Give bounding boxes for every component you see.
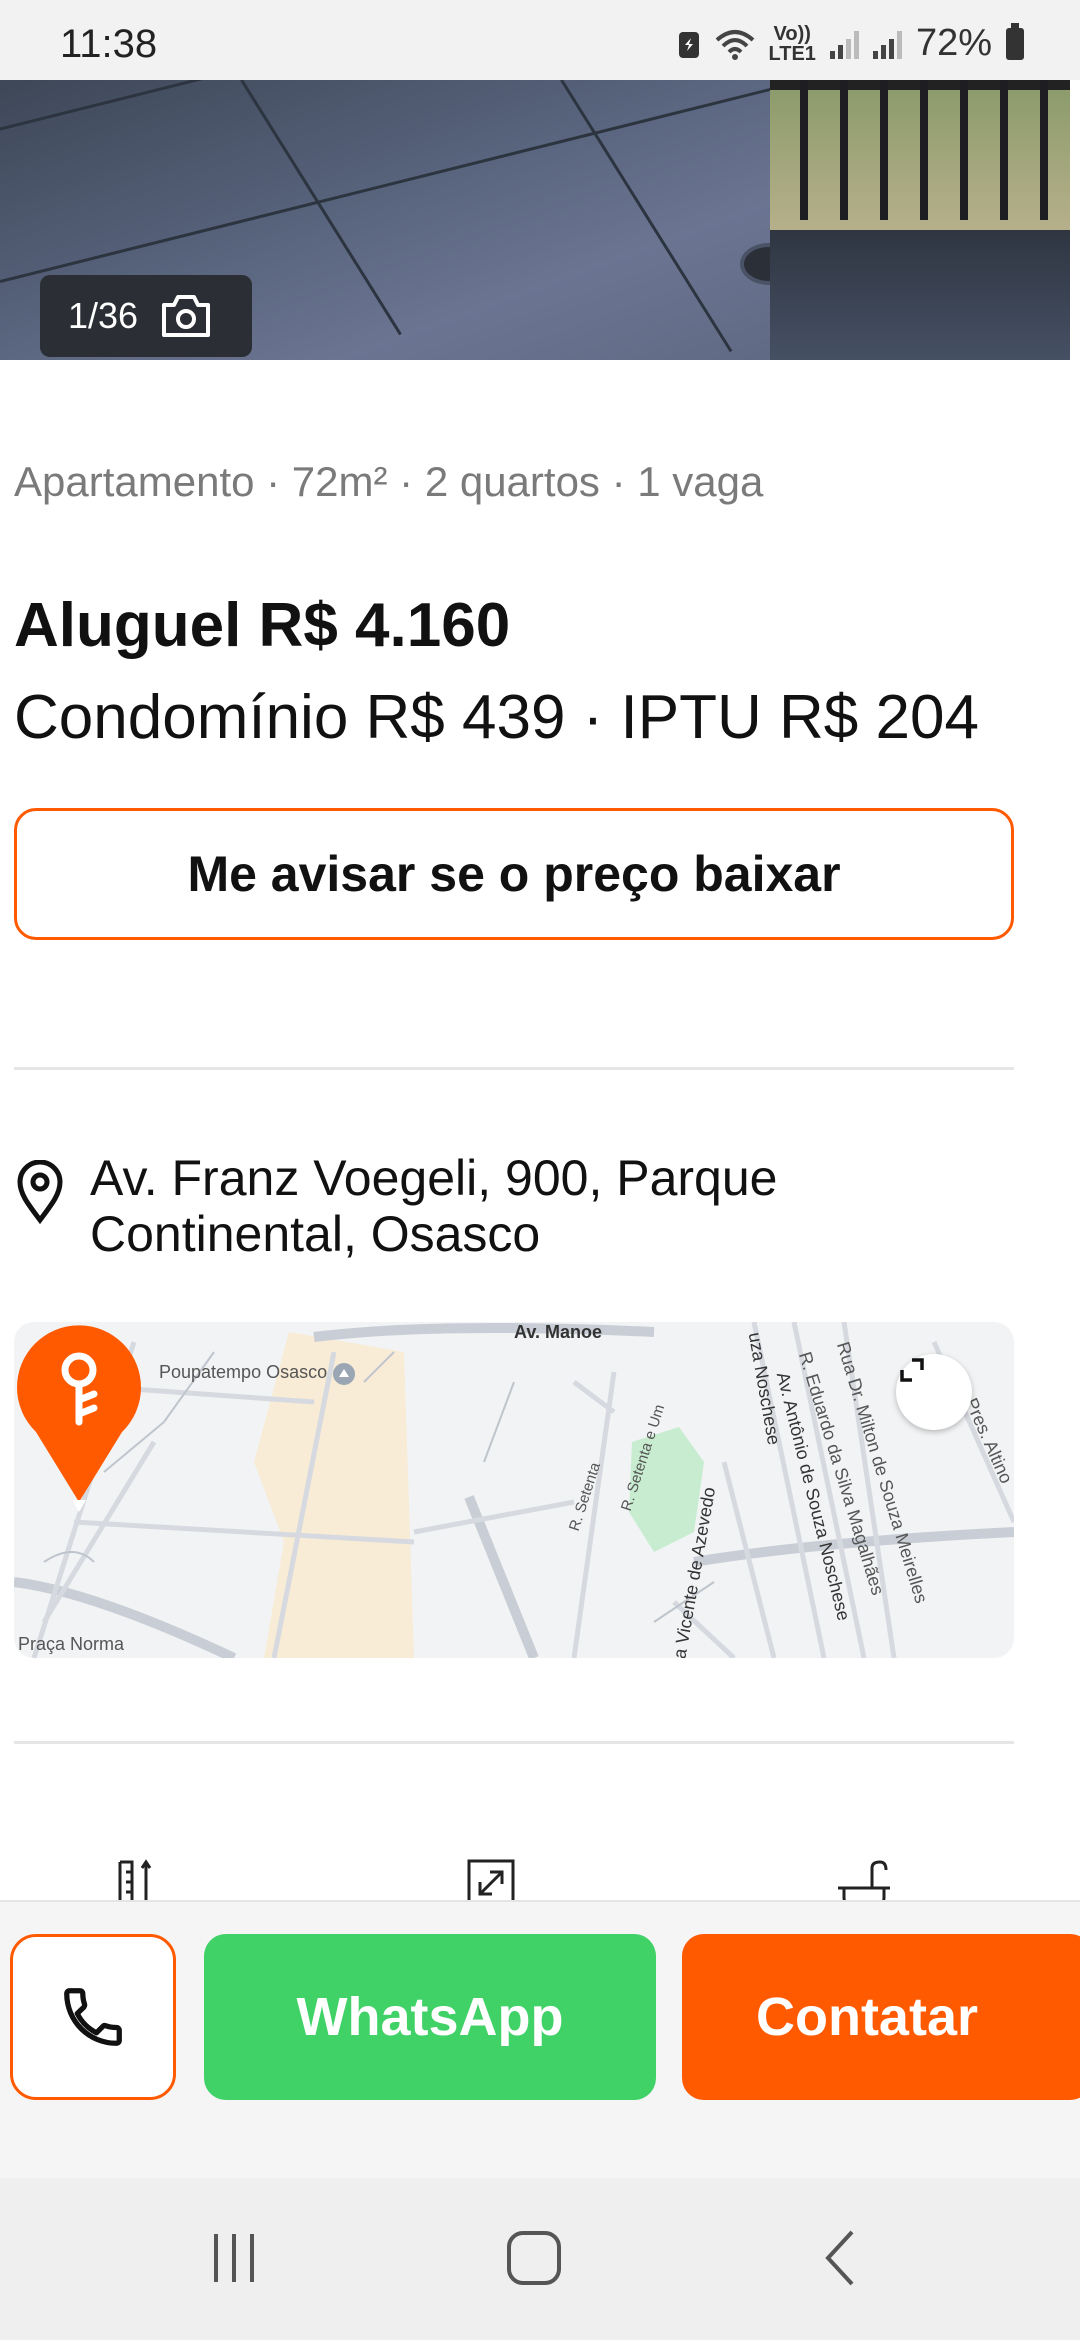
contact-action-bar: WhatsApp Contatar (0, 1900, 1080, 2180)
signal-icon (872, 29, 902, 59)
battery-icon (1006, 22, 1024, 60)
status-bar: 11:38 Vo)) LTE1 72% (0, 0, 1080, 80)
wifi-icon (715, 29, 754, 60)
whatsapp-button[interactable]: WhatsApp (204, 1934, 656, 2100)
phone-icon (64, 1988, 122, 2046)
divider (14, 1741, 1014, 1744)
signal-icon (829, 29, 859, 59)
location-map[interactable]: Poupatempo Osasco Av. Manoe Praça Norma … (14, 1322, 1014, 1658)
listing-photo[interactable]: 1/36 (0, 80, 1070, 360)
home-button[interactable] (474, 2218, 594, 2298)
battery-saver-icon (678, 31, 699, 58)
expand-icon (900, 1358, 924, 1382)
status-icons: Vo)) LTE1 72% (677, 22, 1024, 65)
volte-label: Vo)) (773, 22, 811, 45)
address-row: Av. Franz Voegeli, 900, Parque Continent… (14, 1150, 1014, 1262)
lte-label: LTE1 (768, 42, 816, 65)
rent-price: Aluguel R$ 4.160 (14, 591, 511, 660)
recents-button[interactable] (174, 2218, 294, 2298)
back-button[interactable] (780, 2218, 900, 2298)
location-pin-icon (17, 1160, 63, 1224)
camera-icon (162, 295, 211, 337)
back-icon (825, 2230, 854, 2286)
photo-counter[interactable]: 1/36 (40, 275, 252, 357)
contact-button[interactable]: Contatar (682, 1934, 1080, 2100)
recents-icon (214, 2234, 254, 2282)
battery-percent: 72% (915, 22, 992, 64)
map-label-av-manoel: Av. Manoe (514, 1322, 603, 1342)
divider (14, 1067, 1014, 1070)
address-line-2: Continental, Osasco (90, 1206, 541, 1262)
expand-map-button[interactable] (896, 1354, 972, 1430)
address-line-1: Av. Franz Voegeli, 900, Parque (90, 1150, 778, 1206)
home-icon (507, 2231, 561, 2285)
listing-summary: Apartamento · 72m² · 2 quartos · 1 vaga (14, 458, 764, 505)
call-button[interactable] (10, 1934, 176, 2100)
balcony-railing (770, 80, 1070, 360)
system-nav-bar (0, 2178, 1080, 2340)
volte-indicator: Vo)) LTE1 (769, 24, 816, 64)
price-alert-button[interactable]: Me avisar se o preço baixar (14, 808, 1014, 940)
fees-text: Condomínio R$ 439 · IPTU R$ 204 (14, 683, 979, 752)
map-label-praca-norma: Praça Norma (18, 1634, 125, 1654)
map-label-poupatempo: Poupatempo Osasco (159, 1362, 328, 1382)
key-pin-icon (17, 1325, 141, 1512)
status-time: 11:38 (60, 22, 158, 66)
address-text: Av. Franz Voegeli, 900, Parque Continent… (90, 1150, 950, 1262)
photo-counter-text: 1/36 (68, 295, 139, 336)
